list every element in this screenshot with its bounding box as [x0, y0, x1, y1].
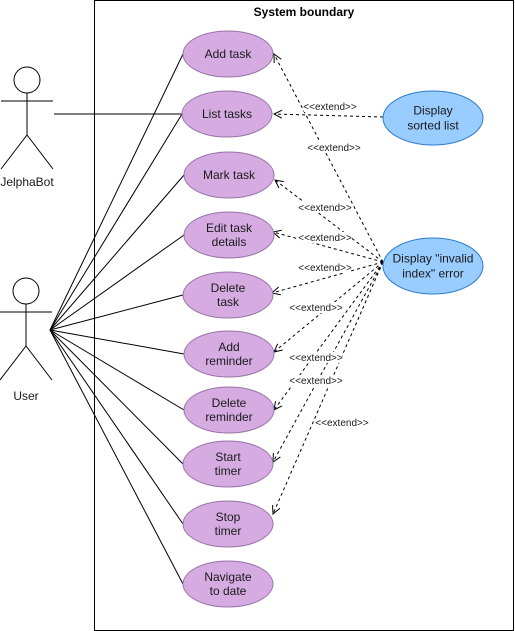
use-case-diagram: Add task List tasks Mark task Edit taskdeta…: [0, 0, 514, 631]
use-case-label: reminder: [205, 354, 252, 368]
actor-name: User: [13, 389, 38, 403]
actor-user[interactable]: User: [0, 277, 53, 403]
use-case-label: Mark task: [203, 168, 256, 182]
use-case-delete-task[interactable]: Deletetask: [182, 271, 274, 319]
use-case-add-reminder[interactable]: Addreminder: [183, 330, 275, 378]
use-case-label: Add: [218, 340, 239, 354]
use-case-delete-reminder[interactable]: Deletereminder: [183, 386, 275, 434]
extension-case-label: Display "invalid: [393, 252, 474, 266]
association-user-delete-task: [49, 294, 184, 331]
actor-jelphabot[interactable]: JelphaBot: [0, 66, 54, 189]
extend-label: <<extend>>: [289, 376, 343, 387]
use-case-label: List tasks: [202, 107, 252, 121]
extend-label: <<extend>>: [298, 263, 352, 274]
extend-display-invalid-index-error-mark-task: [275, 180, 384, 263]
extend-display-invalid-index-error-add-task: [274, 54, 384, 263]
use-case-list-tasks[interactable]: List tasks: [181, 90, 273, 138]
use-case-label: to date: [210, 584, 247, 598]
association-user-stop-timer: [49, 329, 184, 525]
actor-left-leg: [0, 134, 28, 170]
extend-label: <<extend>>: [298, 233, 352, 244]
extend-label: <<extend>>: [303, 102, 357, 113]
actor-head: [13, 66, 41, 94]
association-user-edit-task-details: [49, 234, 185, 331]
use-case-label: Delete: [212, 396, 247, 410]
use-case-label: reminder: [205, 410, 252, 424]
extend-label: <<extend>>: [315, 418, 369, 429]
extend-display-invalid-index-error-stop-timer: [273, 261, 384, 514]
association-user-mark-task: [49, 174, 185, 331]
use-case-label: Edit task: [206, 221, 253, 235]
use-case-mark-task[interactable]: Mark task: [183, 151, 275, 199]
use-case-edit-task-details[interactable]: Edit taskdetails: [183, 211, 275, 259]
extension-case-display-sorted-list[interactable]: Displaysorted list: [382, 90, 484, 146]
use-case-label: timer: [215, 464, 242, 478]
extend-label: <<extend>>: [307, 143, 361, 154]
extension-case-display-invalid-index-error[interactable]: Display "invalidindex" error: [382, 237, 484, 295]
use-case-label: details: [212, 235, 247, 249]
extend-display-invalid-index-error-delete-reminder: [274, 261, 384, 410]
system-boundary-title: System boundary: [254, 5, 355, 19]
use-case-navigate-to-date[interactable]: Navigateto date: [182, 560, 274, 608]
use-case-label: timer: [215, 524, 242, 538]
extension-case-label: index" error: [402, 267, 464, 281]
use-case-label: Stop: [216, 510, 241, 524]
use-case-start-timer[interactable]: Starttimer: [182, 440, 274, 488]
use-case-label: Navigate: [204, 570, 252, 584]
association-user-navigate-to-date: [49, 329, 184, 585]
association-user-add-task: [49, 53, 184, 331]
extend-label: <<extend>>: [289, 353, 343, 364]
extend-label: <<extend>>: [298, 203, 352, 214]
association-user-list-tasks: [49, 113, 183, 331]
use-case-label: Delete: [211, 281, 246, 295]
extension-case-label: sorted list: [407, 119, 459, 133]
actor-head: [12, 277, 40, 305]
use-case-label: Add task: [205, 47, 253, 61]
actor-right-leg: [25, 345, 53, 381]
extend-display-sorted-list-list-tasks: [274, 114, 384, 117]
actor-left-leg: [0, 345, 27, 381]
actor-right-leg: [26, 134, 54, 170]
use-case-label: task: [217, 295, 240, 309]
extension-case-label: Display: [413, 104, 452, 118]
actor-name: JelphaBot: [0, 175, 54, 189]
use-case-add-task[interactable]: Add task: [182, 30, 274, 78]
use-case-label: Start: [215, 450, 241, 464]
use-case-stop-timer[interactable]: Stoptimer: [182, 500, 274, 548]
extend-label: <<extend>>: [289, 303, 343, 314]
